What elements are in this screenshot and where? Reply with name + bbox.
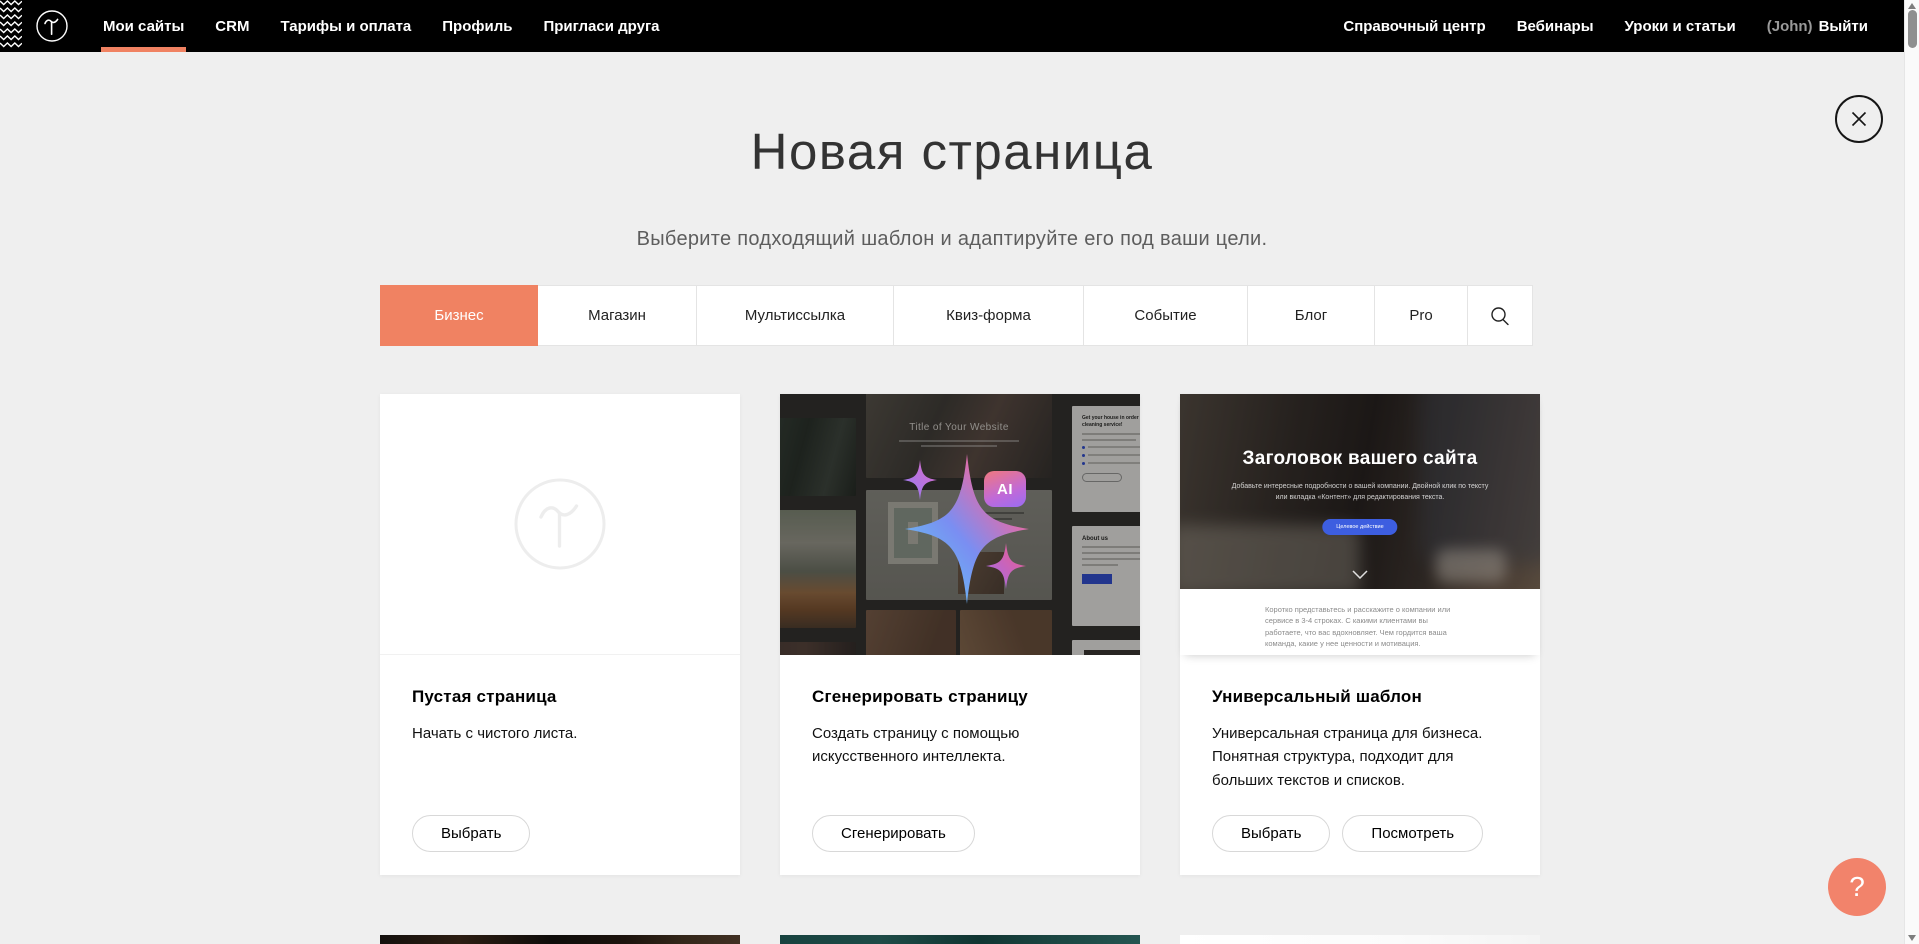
tab-blog[interactable]: Блог	[1248, 285, 1375, 346]
tab-multilink[interactable]: Мультиссылка	[697, 285, 894, 346]
template-category-tabs: Бизнес Магазин Мультиссылка Квиз-форма С…	[380, 285, 1533, 346]
template-card-partial-1[interactable]	[380, 935, 740, 944]
template-card-partial-2[interactable]	[780, 935, 1140, 944]
template-card-blank-page[interactable]: Пустая страница Начать с чистого листа. …	[380, 394, 740, 875]
template-card-ai-generate[interactable]: Title of Your Website Get your house in …	[780, 394, 1140, 875]
card-actions: Выбрать Посмотреть	[1212, 815, 1483, 852]
zigzag-pattern-icon	[0, 0, 22, 52]
card-description: Создать страницу с помощью искусственног…	[812, 722, 1092, 769]
card-info: Сгенерировать страницу Создать страницу …	[780, 655, 1140, 769]
nav-item-my-sites[interactable]: Мои сайты	[103, 0, 184, 52]
view-universal-button[interactable]: Посмотреть	[1342, 815, 1483, 852]
template-grid-row2	[380, 935, 1540, 944]
page-title: Новая страница	[0, 122, 1904, 181]
help-button[interactable]: ?	[1828, 858, 1886, 916]
search-icon	[1489, 305, 1511, 327]
user-logout[interactable]: (John) Выйти	[1767, 0, 1868, 52]
ai-collage-preview: Title of Your Website Get your house in …	[780, 394, 1140, 655]
select-universal-button[interactable]: Выбрать	[1212, 815, 1330, 852]
tilda-logo-icon	[35, 9, 69, 43]
tab-quiz-form[interactable]: Квиз-форма	[894, 285, 1084, 346]
card-description: Универсальная страница для бизнеса. Поня…	[1212, 722, 1508, 792]
scrollbar[interactable]	[1904, 0, 1919, 944]
scrollbar-thumb[interactable]	[1908, 10, 1917, 48]
card-title: Сгенерировать страницу	[812, 687, 1108, 707]
universal-template-preview: Заголовок вашего сайта Добавьте интересн…	[1180, 394, 1540, 655]
ai-sparkle-icon	[780, 394, 1140, 655]
tilda-watermark-icon	[513, 477, 607, 571]
preview-hero-title: Заголовок вашего сайта	[1180, 448, 1540, 470]
tab-shop[interactable]: Магазин	[538, 285, 697, 346]
card-info: Пустая страница Начать с чистого листа.	[380, 655, 740, 745]
preview-cta-button: Целевое действие	[1322, 519, 1397, 535]
card-actions: Выбрать	[412, 815, 530, 852]
blank-page-preview	[380, 394, 740, 655]
tab-search[interactable]	[1468, 285, 1533, 346]
nav-item-crm[interactable]: CRM	[215, 0, 249, 52]
question-mark-icon: ?	[1849, 871, 1865, 903]
tab-business[interactable]: Бизнес	[380, 285, 538, 346]
template-card-partial-3[interactable]	[1180, 935, 1540, 944]
chevron-down-icon	[1352, 570, 1368, 579]
nav-item-pricing[interactable]: Тарифы и оплата	[280, 0, 411, 52]
nav-item-invite-friend[interactable]: Пригласи друга	[543, 0, 659, 52]
tilda-logo[interactable]	[35, 0, 69, 52]
main-nav: Мои сайты CRM Тарифы и оплата Профиль Пр…	[103, 0, 660, 52]
card-title: Универсальный шаблон	[1212, 687, 1508, 707]
card-description: Начать с чистого листа.	[412, 722, 692, 745]
template-card-universal[interactable]: Заголовок вашего сайта Добавьте интересн…	[1180, 394, 1540, 875]
preview-hero-text: Добавьте интересные подробности о вашей …	[1226, 482, 1494, 504]
page-subtitle: Выберите подходящий шаблон и адаптируйте…	[0, 228, 1904, 251]
template-grid: Пустая страница Начать с чистого листа. …	[380, 394, 1540, 875]
preview-body-text: Коротко представьтесь и расскажите о ком…	[1265, 604, 1465, 649]
preview-body: Коротко представьтесь и расскажите о ком…	[1180, 589, 1540, 655]
tab-event[interactable]: Событие	[1084, 285, 1248, 346]
new-page-screen: Мои сайты CRM Тарифы и оплата Профиль Пр…	[0, 0, 1919, 944]
ai-badge: AI	[984, 471, 1026, 507]
select-blank-button[interactable]: Выбрать	[412, 815, 530, 852]
nav-item-profile[interactable]: Профиль	[442, 0, 512, 52]
secondary-nav: Справочный центр Вебинары Уроки и статьи…	[1343, 0, 1904, 52]
top-navigation-bar: Мои сайты CRM Тарифы и оплата Профиль Пр…	[0, 0, 1904, 52]
user-name: (John)	[1767, 18, 1813, 35]
nav-item-help-center[interactable]: Справочный центр	[1343, 0, 1485, 52]
card-actions: Сгенерировать	[812, 815, 975, 852]
scrollbar-down-arrow[interactable]	[1908, 935, 1916, 941]
nav-item-webinars[interactable]: Вебинары	[1517, 0, 1594, 52]
logout-link[interactable]: Выйти	[1819, 18, 1868, 35]
preview-hero: Заголовок вашего сайта Добавьте интересн…	[1180, 394, 1540, 589]
card-title: Пустая страница	[412, 687, 708, 707]
nav-item-lessons[interactable]: Уроки и статьи	[1625, 0, 1736, 52]
tab-pro[interactable]: Pro	[1375, 285, 1468, 346]
generate-button[interactable]: Сгенерировать	[812, 815, 975, 852]
card-info: Универсальный шаблон Универсальная стран…	[1180, 655, 1540, 792]
scrollbar-up-arrow[interactable]	[1908, 3, 1916, 9]
